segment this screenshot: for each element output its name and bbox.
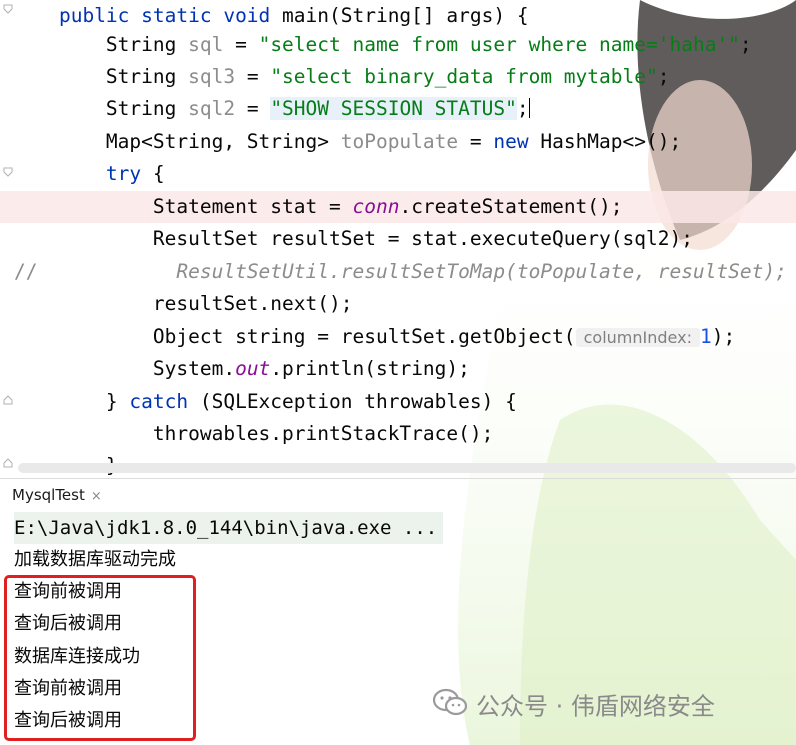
code-line[interactable]: System.out.println(string); [0, 353, 796, 385]
run-tool-window-header: MysqlTest × [0, 478, 796, 511]
code-token: .println(string); [270, 357, 470, 380]
code-line[interactable]: String sql3 = "select binary_data from m… [0, 61, 796, 93]
code-token: ResultSetUtil.resultSetToMap(toPopulate,… [176, 260, 787, 283]
code-text: resultSet.next(); [12, 288, 353, 320]
code-token: sql [188, 33, 224, 56]
code-token: ; [739, 33, 752, 56]
code-token: 1 [700, 325, 712, 348]
code-line[interactable]: try { [0, 158, 796, 190]
code-token: catch [129, 390, 200, 413]
watermark: 公众号 · 伟盾网络安全 [432, 688, 715, 722]
close-icon[interactable]: × [91, 489, 102, 504]
red-highlight-box [4, 575, 196, 741]
code-token: = [223, 33, 259, 56]
code-line[interactable]: String sql2 = "SHOW SESSION STATUS"; [0, 93, 796, 125]
code-token: { [152, 162, 165, 185]
wechat-icon [432, 688, 468, 727]
code-token: out [235, 357, 271, 380]
text-caret [528, 98, 530, 118]
code-token: HashMap<>(); [540, 130, 682, 153]
code-line[interactable]: Object string = resultSet.getObject( col… [0, 321, 796, 353]
run-tab-label: MysqlTest [12, 486, 85, 504]
code-token: conn [352, 195, 400, 218]
code-text: String sql2 = "SHOW SESSION STATUS"; [12, 93, 530, 125]
code-line[interactable]: ResultSet resultSet = stat.executeQuery(… [0, 223, 796, 255]
code-token: ; [516, 97, 529, 120]
horizontal-scrollbar[interactable] [18, 463, 796, 473]
code-token: try [105, 162, 153, 185]
code-token: throwables.printStackTrace(); [152, 422, 494, 445]
code-token: toPopulate [340, 130, 459, 153]
code-line[interactable]: Statement stat = conn.createStatement(); [0, 191, 796, 223]
code-line[interactable]: // ResultSetUtil.resultSetToMap(toPopula… [0, 256, 796, 288]
code-token: Object string = resultSet.getObject( [152, 325, 576, 348]
code-token: String [105, 33, 189, 56]
code-line[interactable]: throwables.printStackTrace(); [0, 418, 796, 450]
console-line-command: E:\Java\jdk1.8.0_144\bin\java.exe ... [14, 512, 444, 544]
code-token: ; [657, 65, 670, 88]
watermark-text: 公众号 · 伟盾网络安全 [476, 692, 715, 721]
code-token: resultSet.next(); [152, 292, 353, 315]
code-line[interactable]: resultSet.next(); [0, 288, 796, 320]
code-token: = [235, 97, 271, 120]
code-token: "SHOW SESSION STATUS" [270, 97, 517, 120]
code-text: public static void main(String[] args) { [12, 0, 529, 32]
code-line[interactable]: String sql = "select name from user wher… [0, 29, 796, 61]
code-token: String [105, 65, 189, 88]
code-token: main(String[] args) { [282, 4, 529, 27]
code-token: } [105, 390, 130, 413]
console-line: 加载数据库驱动完成 [14, 549, 176, 570]
code-token: public static void [58, 4, 283, 27]
code-token: sql2 [188, 97, 236, 120]
code-line[interactable]: } catch (SQLException throwables) { [0, 386, 796, 418]
parameter-hint: columnIndex: [575, 328, 701, 347]
code-line[interactable]: Map<String, String> toPopulate = new Has… [0, 126, 796, 158]
code-token: "select binary_data from mytable" [270, 65, 658, 88]
code-token: sql3 [188, 65, 236, 88]
code-token: System. [152, 357, 236, 380]
code-token: = [458, 130, 494, 153]
code-text: System.out.println(string); [12, 353, 470, 385]
code-token: Map<String, String> [105, 130, 341, 153]
code-token: ); [711, 325, 736, 348]
code-token: new [493, 130, 541, 153]
code-token: = [235, 65, 271, 88]
code-text: Object string = resultSet.getObject( col… [12, 321, 735, 354]
code-line[interactable]: public static void main(String[] args) { [0, 0, 796, 32]
code-text: Statement stat = conn.createStatement(); [12, 191, 623, 223]
code-token: String [105, 97, 189, 120]
code-editor[interactable]: public static void main(String[] args) {… [0, 0, 796, 478]
code-token: (SQLException throwables) { [199, 390, 517, 413]
code-text: } catch (SQLException throwables) { [12, 386, 517, 418]
code-text: try { [12, 158, 165, 190]
code-token: .createStatement(); [399, 195, 623, 218]
code-token: ResultSet resultSet = stat.executeQuery(… [152, 227, 693, 250]
code-text: ResultSetUtil.resultSetToMap(toPopulate,… [12, 256, 787, 288]
code-text: throwables.printStackTrace(); [12, 418, 493, 450]
code-text: String sql3 = "select binary_data from m… [12, 61, 670, 93]
code-text: String sql = "select name from user wher… [12, 29, 752, 61]
code-token: Statement stat = [152, 195, 353, 218]
code-token: "select name from user where name='haha'… [258, 33, 740, 56]
run-tab-mysqltest[interactable]: MysqlTest × [0, 479, 112, 511]
code-text: ResultSet resultSet = stat.executeQuery(… [12, 223, 693, 255]
code-text: Map<String, String> toPopulate = new Has… [12, 126, 681, 158]
